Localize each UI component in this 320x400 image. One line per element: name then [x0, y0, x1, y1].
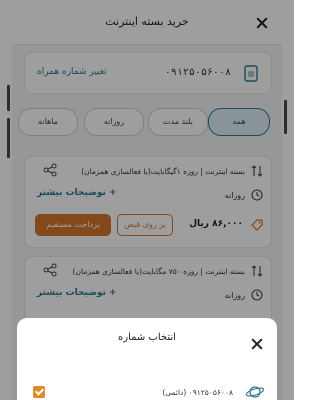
- number-option[interactable]: ۰۹۱۲۵۰۵۶۰۰۸ (دائمی): [162, 388, 233, 397]
- planet-icon: [245, 386, 265, 398]
- number-checkbox[interactable]: [33, 386, 45, 398]
- sheet-title: انتخاب شماره: [118, 332, 176, 343]
- select-number-sheet: انتخاب شماره ۰۹۱۲۵۰۵۶۰۰۸ (دائمی): [17, 318, 277, 400]
